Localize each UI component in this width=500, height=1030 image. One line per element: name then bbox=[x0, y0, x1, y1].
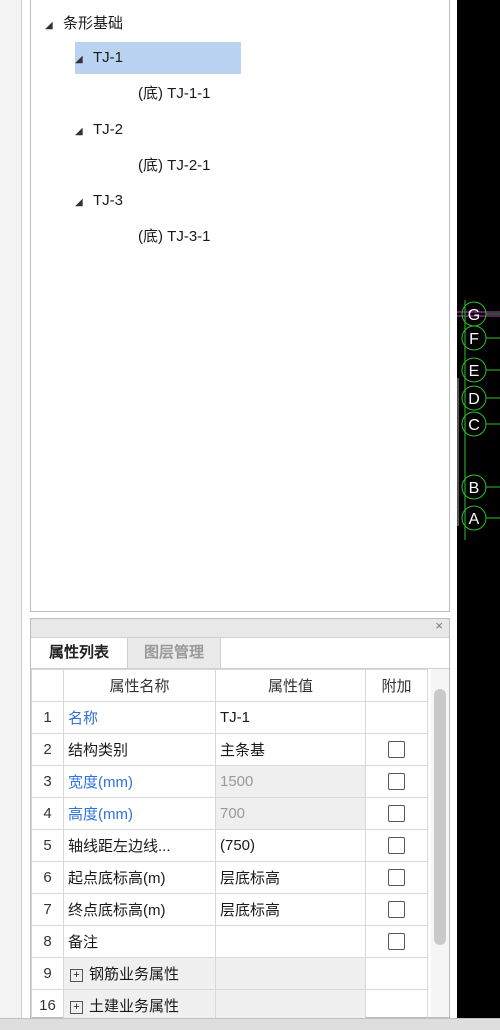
vertical-scrollbar[interactable] bbox=[431, 669, 449, 1017]
axis-bubble-b: B bbox=[461, 474, 500, 500]
property-value-field bbox=[215, 957, 366, 990]
property-name: 起点底标高(m) bbox=[63, 861, 216, 894]
axis-bubble-e: E bbox=[461, 357, 500, 383]
property-name: 终点底标高(m) bbox=[63, 893, 216, 926]
column-header-index bbox=[31, 669, 64, 702]
tree-item-tj1[interactable]: ◢ TJ-1 bbox=[75, 42, 241, 74]
scrollbar-thumb[interactable] bbox=[434, 689, 446, 945]
axis-grid-drawing: G F E D C B A bbox=[457, 300, 500, 540]
row-number: 2 bbox=[31, 733, 64, 766]
table-row[interactable]: 5 轴线距左边线... (750) bbox=[31, 829, 428, 862]
column-header-value: 属性值 bbox=[215, 669, 366, 702]
svg-text:F: F bbox=[469, 331, 479, 348]
property-name: 备注 bbox=[63, 925, 216, 958]
column-header-extra: 附加 bbox=[365, 669, 428, 702]
tree-root-node[interactable]: ◢ 条形基础 bbox=[45, 8, 123, 40]
table-header-row: 属性名称 属性值 附加 bbox=[31, 669, 428, 702]
property-value-field[interactable]: 700 bbox=[215, 797, 366, 830]
table-row[interactable]: 2 结构类别 主条基 bbox=[31, 733, 428, 766]
extra-cell bbox=[365, 957, 428, 990]
property-value-field[interactable]: TJ-1 bbox=[215, 701, 366, 734]
table-row[interactable]: 8 备注 bbox=[31, 925, 428, 958]
row-number: 16 bbox=[31, 989, 64, 1022]
row-number: 8 bbox=[31, 925, 64, 958]
table-row[interactable]: 1 名称 TJ-1 bbox=[31, 701, 428, 734]
expand-triangle-icon[interactable]: ◢ bbox=[75, 187, 93, 219]
tree-child-tj3-1[interactable]: (底) TJ-3-1 bbox=[138, 221, 211, 253]
row-number: 1 bbox=[31, 701, 64, 734]
svg-text:B: B bbox=[469, 480, 480, 497]
property-value-field[interactable] bbox=[215, 925, 366, 958]
svg-text:A: A bbox=[469, 511, 480, 528]
table-row[interactable]: 3 宽度(mm) 1500 bbox=[31, 765, 428, 798]
property-name: 结构类别 bbox=[63, 733, 216, 766]
extra-checkbox[interactable] bbox=[388, 869, 405, 887]
axis-bubble-a: A bbox=[461, 505, 500, 531]
properties-panel: × 属性列表 图层管理 属性名称 属性值 附加 1 名称 TJ-1 2 结构类别… bbox=[30, 618, 450, 1022]
svg-text:G: G bbox=[468, 307, 480, 324]
property-name: 高度(mm) bbox=[63, 797, 216, 830]
tree-item-tj3[interactable]: ◢ TJ-3 bbox=[75, 185, 123, 217]
horizontal-scrollbar[interactable] bbox=[0, 1018, 500, 1030]
tab-property-list[interactable]: 属性列表 bbox=[39, 638, 119, 668]
row-number: 6 bbox=[31, 861, 64, 894]
property-name: 名称 bbox=[63, 701, 216, 734]
row-number: 5 bbox=[31, 829, 64, 862]
extra-cell bbox=[365, 989, 428, 1022]
component-tree[interactable]: ◢ 条形基础 ◢ TJ-1 (底) TJ-1-1 ◢ TJ-2 (底) TJ-2-1 … bbox=[30, 0, 450, 612]
expand-triangle-icon[interactable]: ◢ bbox=[45, 10, 63, 42]
tree-child-tj2-1[interactable]: (底) TJ-2-1 bbox=[138, 150, 211, 182]
table-row[interactable]: 9 + 钢筋业务属性 bbox=[31, 957, 428, 990]
expand-plus-icon[interactable]: + bbox=[70, 968, 83, 982]
axis-bubble-f: F bbox=[461, 325, 500, 351]
row-number: 3 bbox=[31, 765, 64, 798]
table-row[interactable]: 7 终点底标高(m) 层底标高 bbox=[31, 893, 428, 926]
row-number: 4 bbox=[31, 797, 64, 830]
extra-checkbox[interactable] bbox=[388, 901, 405, 919]
tree-child-tj1-1[interactable]: (底) TJ-1-1 bbox=[138, 78, 211, 110]
panel-header-bar: × bbox=[31, 618, 449, 638]
property-value-field[interactable]: 层底标高 bbox=[215, 893, 366, 926]
expand-plus-icon[interactable]: + bbox=[70, 1000, 83, 1014]
extra-checkbox[interactable] bbox=[388, 933, 405, 951]
axis-bubble-g: G bbox=[461, 301, 500, 327]
expand-triangle-icon[interactable]: ◢ bbox=[75, 44, 93, 76]
expand-triangle-icon[interactable]: ◢ bbox=[75, 116, 93, 148]
property-name: 轴线距左边线... bbox=[63, 829, 216, 862]
svg-text:C: C bbox=[468, 417, 480, 434]
property-group[interactable]: + 土建业务属性 bbox=[63, 989, 216, 1022]
extra-cell bbox=[365, 701, 428, 734]
extra-checkbox[interactable] bbox=[388, 741, 405, 759]
tab-layer-management[interactable]: 图层管理 bbox=[127, 638, 221, 668]
column-header-name: 属性名称 bbox=[63, 669, 216, 702]
panel-tabs: 属性列表 图层管理 bbox=[31, 638, 449, 669]
table-row[interactable]: 16 + 土建业务属性 bbox=[31, 989, 428, 1022]
property-table: 属性名称 属性值 附加 1 名称 TJ-1 2 结构类别 主条基 3 宽度(mm… bbox=[31, 669, 428, 1022]
close-icon[interactable]: × bbox=[435, 618, 443, 633]
property-value-field[interactable]: 1500 bbox=[215, 765, 366, 798]
extra-checkbox[interactable] bbox=[388, 805, 405, 823]
property-value-field bbox=[215, 989, 366, 1022]
drawing-canvas[interactable]: G F E D C B A bbox=[457, 0, 500, 1018]
extra-checkbox[interactable] bbox=[388, 773, 405, 791]
row-number: 9 bbox=[31, 957, 64, 990]
property-value-field[interactable]: (750) bbox=[215, 829, 366, 862]
axis-bubble-d: D bbox=[461, 385, 500, 411]
tree-item-tj2[interactable]: ◢ TJ-2 bbox=[75, 114, 123, 146]
left-dock-strip bbox=[0, 0, 22, 1018]
row-number: 7 bbox=[31, 893, 64, 926]
property-value-field[interactable]: 主条基 bbox=[215, 733, 366, 766]
axis-bubble-c: C bbox=[461, 411, 500, 437]
svg-text:D: D bbox=[468, 391, 480, 408]
extra-checkbox[interactable] bbox=[388, 837, 405, 855]
svg-text:E: E bbox=[469, 363, 480, 380]
property-group[interactable]: + 钢筋业务属性 bbox=[63, 957, 216, 990]
table-row[interactable]: 4 高度(mm) 700 bbox=[31, 797, 428, 830]
property-value-field[interactable]: 层底标高 bbox=[215, 861, 366, 894]
property-name: 宽度(mm) bbox=[63, 765, 216, 798]
table-row[interactable]: 6 起点底标高(m) 层底标高 bbox=[31, 861, 428, 894]
